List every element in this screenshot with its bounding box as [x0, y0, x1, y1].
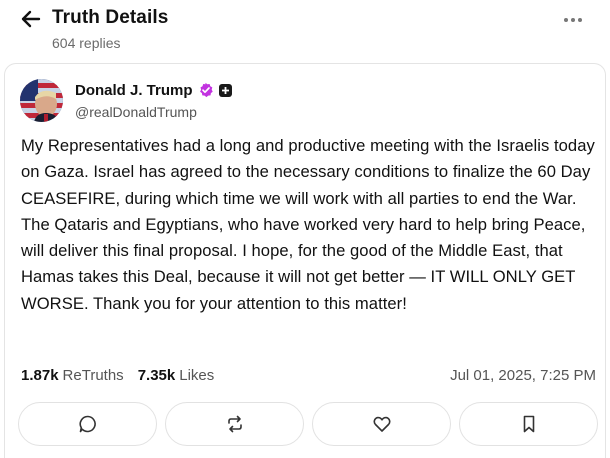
retruth-button[interactable] — [165, 402, 304, 446]
action-bar — [18, 402, 598, 446]
post-stats: 1.87k ReTruths 7.35k Likes — [21, 367, 214, 384]
back-button[interactable] — [18, 8, 44, 30]
heart-icon — [372, 416, 391, 432]
likes-label[interactable]: Likes — [179, 367, 214, 384]
more-horizontal-icon — [564, 18, 568, 22]
page-header: Truth Details 604 replies — [0, 0, 610, 56]
verified-badge-icon — [199, 82, 213, 98]
author-name[interactable]: Donald J. Trump — [75, 82, 193, 99]
like-button[interactable] — [312, 402, 451, 446]
page-title: Truth Details — [52, 7, 169, 28]
reply-icon — [78, 415, 96, 433]
post-timestamp: Jul 01, 2025, 7:25 PM — [450, 367, 596, 384]
retruths-count[interactable]: 1.87k — [21, 367, 59, 384]
arrow-left-icon — [21, 10, 41, 28]
avatar[interactable] — [20, 79, 63, 122]
retruth-icon — [227, 415, 242, 433]
author-handle[interactable]: @realDonaldTrump — [75, 104, 197, 120]
reply-count: 604 replies — [52, 35, 121, 51]
avatar-image — [20, 79, 63, 122]
author-row: Donald J. Trump — [75, 81, 232, 99]
plus-badge-icon — [218, 83, 232, 97]
more-dot — [578, 18, 582, 22]
bookmark-button[interactable] — [459, 402, 598, 446]
retruths-label[interactable]: ReTruths — [63, 367, 124, 384]
more-options-button[interactable] — [560, 12, 586, 28]
likes-count[interactable]: 7.35k — [138, 367, 176, 384]
bookmark-icon — [523, 415, 534, 433]
reply-button[interactable] — [18, 402, 157, 446]
post-body: My Representatives had a long and produc… — [21, 136, 595, 313]
more-dot — [571, 18, 575, 22]
